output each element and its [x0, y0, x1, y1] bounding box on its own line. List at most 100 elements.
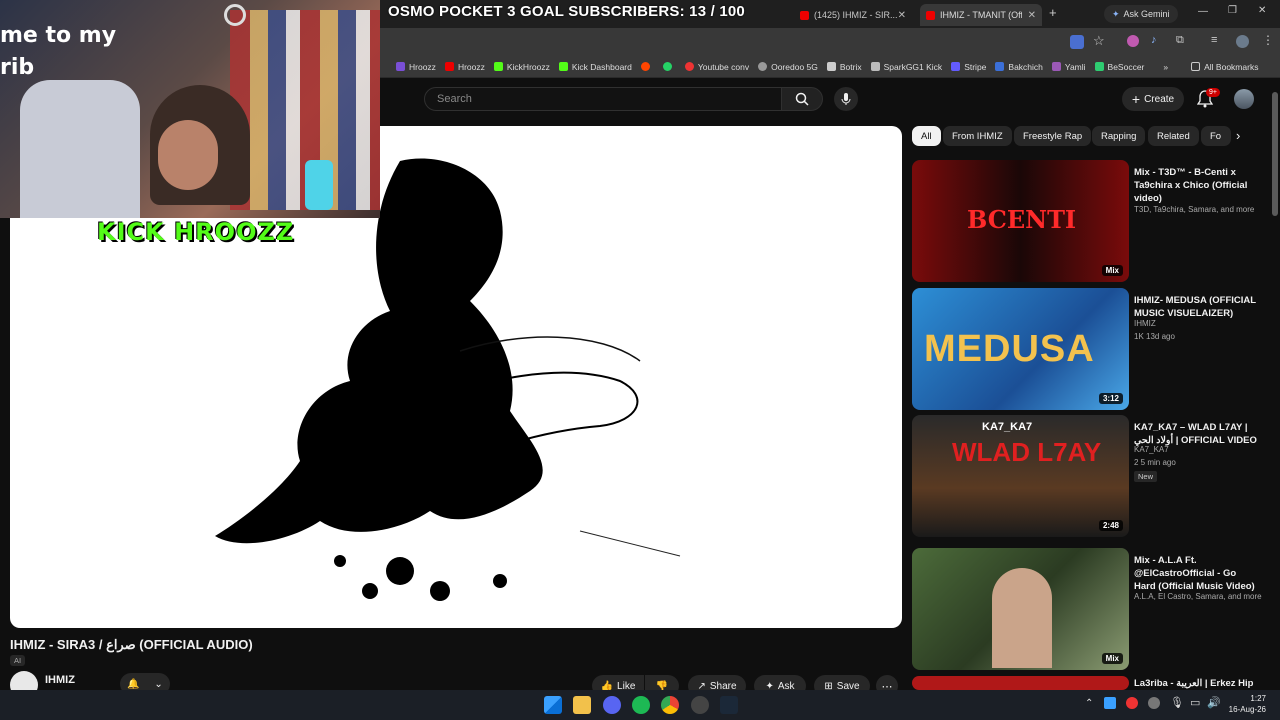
minimize-icon[interactable]: —: [1198, 6, 1208, 17]
chrome-icon[interactable]: [661, 696, 679, 714]
steam-icon[interactable]: [720, 696, 738, 714]
chip-freestyle-rap[interactable]: Freestyle Rap: [1014, 126, 1092, 146]
bookmark-hroozz-2[interactable]: Hroozz: [444, 62, 485, 72]
bookmark-reddit[interactable]: [640, 62, 654, 71]
bookmark-youtube-conv[interactable]: Youtube conv: [684, 62, 749, 72]
extension-icon[interactable]: [1070, 35, 1084, 49]
chip-label: Related: [1157, 130, 1190, 142]
volume-icon[interactable]: 🔊: [1207, 696, 1221, 709]
obs-icon[interactable]: [691, 696, 709, 714]
tray-chevron-up-icon[interactable]: ⌃: [1085, 698, 1093, 709]
bookmark-label: Yamli: [1064, 61, 1086, 72]
tray-app-icon[interactable]: [1126, 697, 1138, 709]
chip-from-ihmiz[interactable]: From IHMIZ: [943, 126, 1012, 146]
system-clock[interactable]: 1:27 16-Aug-26: [1226, 693, 1266, 715]
rec-channel: T3D, Ta9chira, Samara, and more: [1134, 205, 1255, 214]
reading-list-icon[interactable]: ≡: [1211, 34, 1217, 46]
bookmark-kick-dashboard[interactable]: Kick Dashboard: [558, 62, 632, 72]
badge-label: 3:12: [1102, 394, 1119, 403]
video-thumbnail[interactable]: MEDUSA 3:12: [912, 288, 1129, 410]
video-thumbnail[interactable]: BCENTI Mix: [912, 160, 1129, 282]
chip-fo[interactable]: Fo: [1201, 126, 1231, 146]
microphone-tray-icon[interactable]: 🎙: [1170, 696, 1184, 709]
windows-start-icon[interactable]: [544, 696, 562, 714]
close-tab-icon[interactable]: ✕: [898, 10, 906, 21]
recommendation-item[interactable]: La3riba - العريبة | Erkez Hip: [912, 676, 1272, 690]
sparkgg-icon: [870, 62, 880, 71]
ask-gemini-button[interactable]: ✦ Ask Gemini: [1104, 5, 1178, 23]
extensions-puzzle-icon[interactable]: ⧉: [1176, 34, 1184, 47]
recommendation-item[interactable]: KA7_KA7 WLAD L7AY 2:48 KA7_KA7 – WLAD L7…: [912, 415, 1272, 537]
notifications-button[interactable]: 9+: [1196, 88, 1220, 113]
restore-icon[interactable]: ❐: [1228, 5, 1237, 16]
bookmark-sparkgg[interactable]: SparkGG1 Kick: [870, 62, 942, 72]
yamli-icon: [1051, 62, 1061, 71]
new-label: New: [1138, 472, 1154, 481]
close-tab-icon[interactable]: ✕: [1028, 10, 1036, 21]
chip-rapping[interactable]: Rapping: [1092, 126, 1146, 146]
bookmark-besoccer[interactable]: BeSoccer: [1094, 62, 1144, 72]
search-button[interactable]: [781, 87, 823, 111]
botrix-icon: [826, 62, 836, 71]
bookmark-bakchich[interactable]: Bakchich: [995, 62, 1043, 72]
bookmark-star-icon[interactable]: ☆: [1093, 33, 1105, 49]
bookmark-ooredoo[interactable]: Ooredoo 5G: [758, 62, 818, 72]
all-bookmarks[interactable]: All Bookmarks: [1191, 62, 1258, 72]
tab-ihmiz-sira3[interactable]: (1425) IHMIZ - SIR... ✕: [794, 4, 912, 26]
stripe-icon: [951, 62, 961, 71]
recommendation-item[interactable]: MEDUSA 3:12 IHMIZ- MEDUSA (OFFICIAL MUSI…: [912, 288, 1272, 410]
user-avatar[interactable]: [1234, 89, 1254, 109]
bookmark-botrix[interactable]: Botrix: [826, 62, 862, 72]
search-input[interactable]: Search: [424, 87, 782, 111]
create-label: Create: [1144, 93, 1175, 105]
globe-icon: [758, 62, 768, 71]
tray-app-icon[interactable]: [1104, 697, 1116, 709]
gemini-sparkle-icon: ✦: [1112, 8, 1120, 19]
bookmarks-overflow-icon[interactable]: »: [1163, 62, 1168, 72]
chip-related[interactable]: Related: [1148, 126, 1199, 146]
search-icon: [795, 92, 809, 106]
bookmark-stripe[interactable]: Stripe: [951, 62, 986, 72]
mix-badge: Mix: [1101, 265, 1123, 276]
bookmark-hroozz-1[interactable]: Hroozz: [396, 62, 436, 72]
recommendation-item[interactable]: Mix Mix - A.L.A Ft. @ElCastroOfficial - …: [912, 548, 1272, 670]
bookmark-whatsapp[interactable]: [662, 62, 676, 71]
profile-avatar[interactable]: [1236, 35, 1249, 48]
video-title: IHMIZ - SIRA3 / صراع (OFFICIAL AUDIO): [10, 637, 253, 652]
new-tab-icon[interactable]: +: [1049, 5, 1057, 20]
rec-title: Mix - T3D™ - B-Centi x Ta9chira x Chico …: [1134, 167, 1248, 204]
file-explorer-icon[interactable]: [573, 696, 591, 714]
tab-label: (1425) IHMIZ - SIR...: [814, 10, 898, 20]
media-icon[interactable]: [1127, 35, 1139, 47]
sound-icon[interactable]: ♪: [1151, 34, 1157, 46]
chevron-right-icon[interactable]: ›: [1236, 128, 1240, 143]
rec-stats: 2 5 min ago: [1134, 458, 1176, 467]
duration-badge: 2:48: [1098, 520, 1123, 531]
tray-app-icon[interactable]: [1148, 697, 1160, 709]
scrollbar-thumb[interactable]: [1272, 92, 1278, 216]
reddit-icon: [640, 62, 650, 71]
bookmark-label: All Bookmarks: [1204, 61, 1259, 72]
browser-menu-icon[interactable]: ⋮: [1262, 33, 1274, 47]
discord-icon[interactable]: [603, 696, 621, 714]
chevron-down-icon: ⌄: [154, 678, 163, 690]
bookmark-yamli[interactable]: Yamli: [1051, 61, 1086, 72]
create-button[interactable]: + Create: [1122, 87, 1184, 111]
notification-badge: 9+: [1206, 88, 1220, 97]
chip-label: All: [921, 130, 932, 142]
video-thumbnail[interactable]: [912, 676, 1129, 690]
video-thumbnail[interactable]: KA7_KA7 WLAD L7AY 2:48: [912, 415, 1129, 537]
spotify-icon[interactable]: [632, 696, 650, 714]
channel-name[interactable]: IHMIZ: [45, 674, 75, 686]
tab-ihmiz-tmanit[interactable]: IHMIZ - TMANIT (Offic... ✕: [920, 4, 1042, 26]
recommendation-item[interactable]: BCENTI Mix Mix - T3D™ - B-Centi x Ta9chi…: [912, 160, 1272, 282]
close-window-icon[interactable]: ✕: [1258, 5, 1266, 16]
network-icon[interactable]: ▭: [1190, 696, 1200, 709]
chip-all[interactable]: All: [912, 126, 941, 146]
badge-label: Mix: [1105, 654, 1119, 663]
video-thumbnail[interactable]: Mix: [912, 548, 1129, 670]
bookmark-kickhroozz[interactable]: KickHroozz: [493, 62, 550, 72]
wall-text: me to my rib: [0, 23, 117, 80]
voice-search-button[interactable]: [834, 87, 858, 111]
bakchich-icon: [995, 62, 1005, 71]
